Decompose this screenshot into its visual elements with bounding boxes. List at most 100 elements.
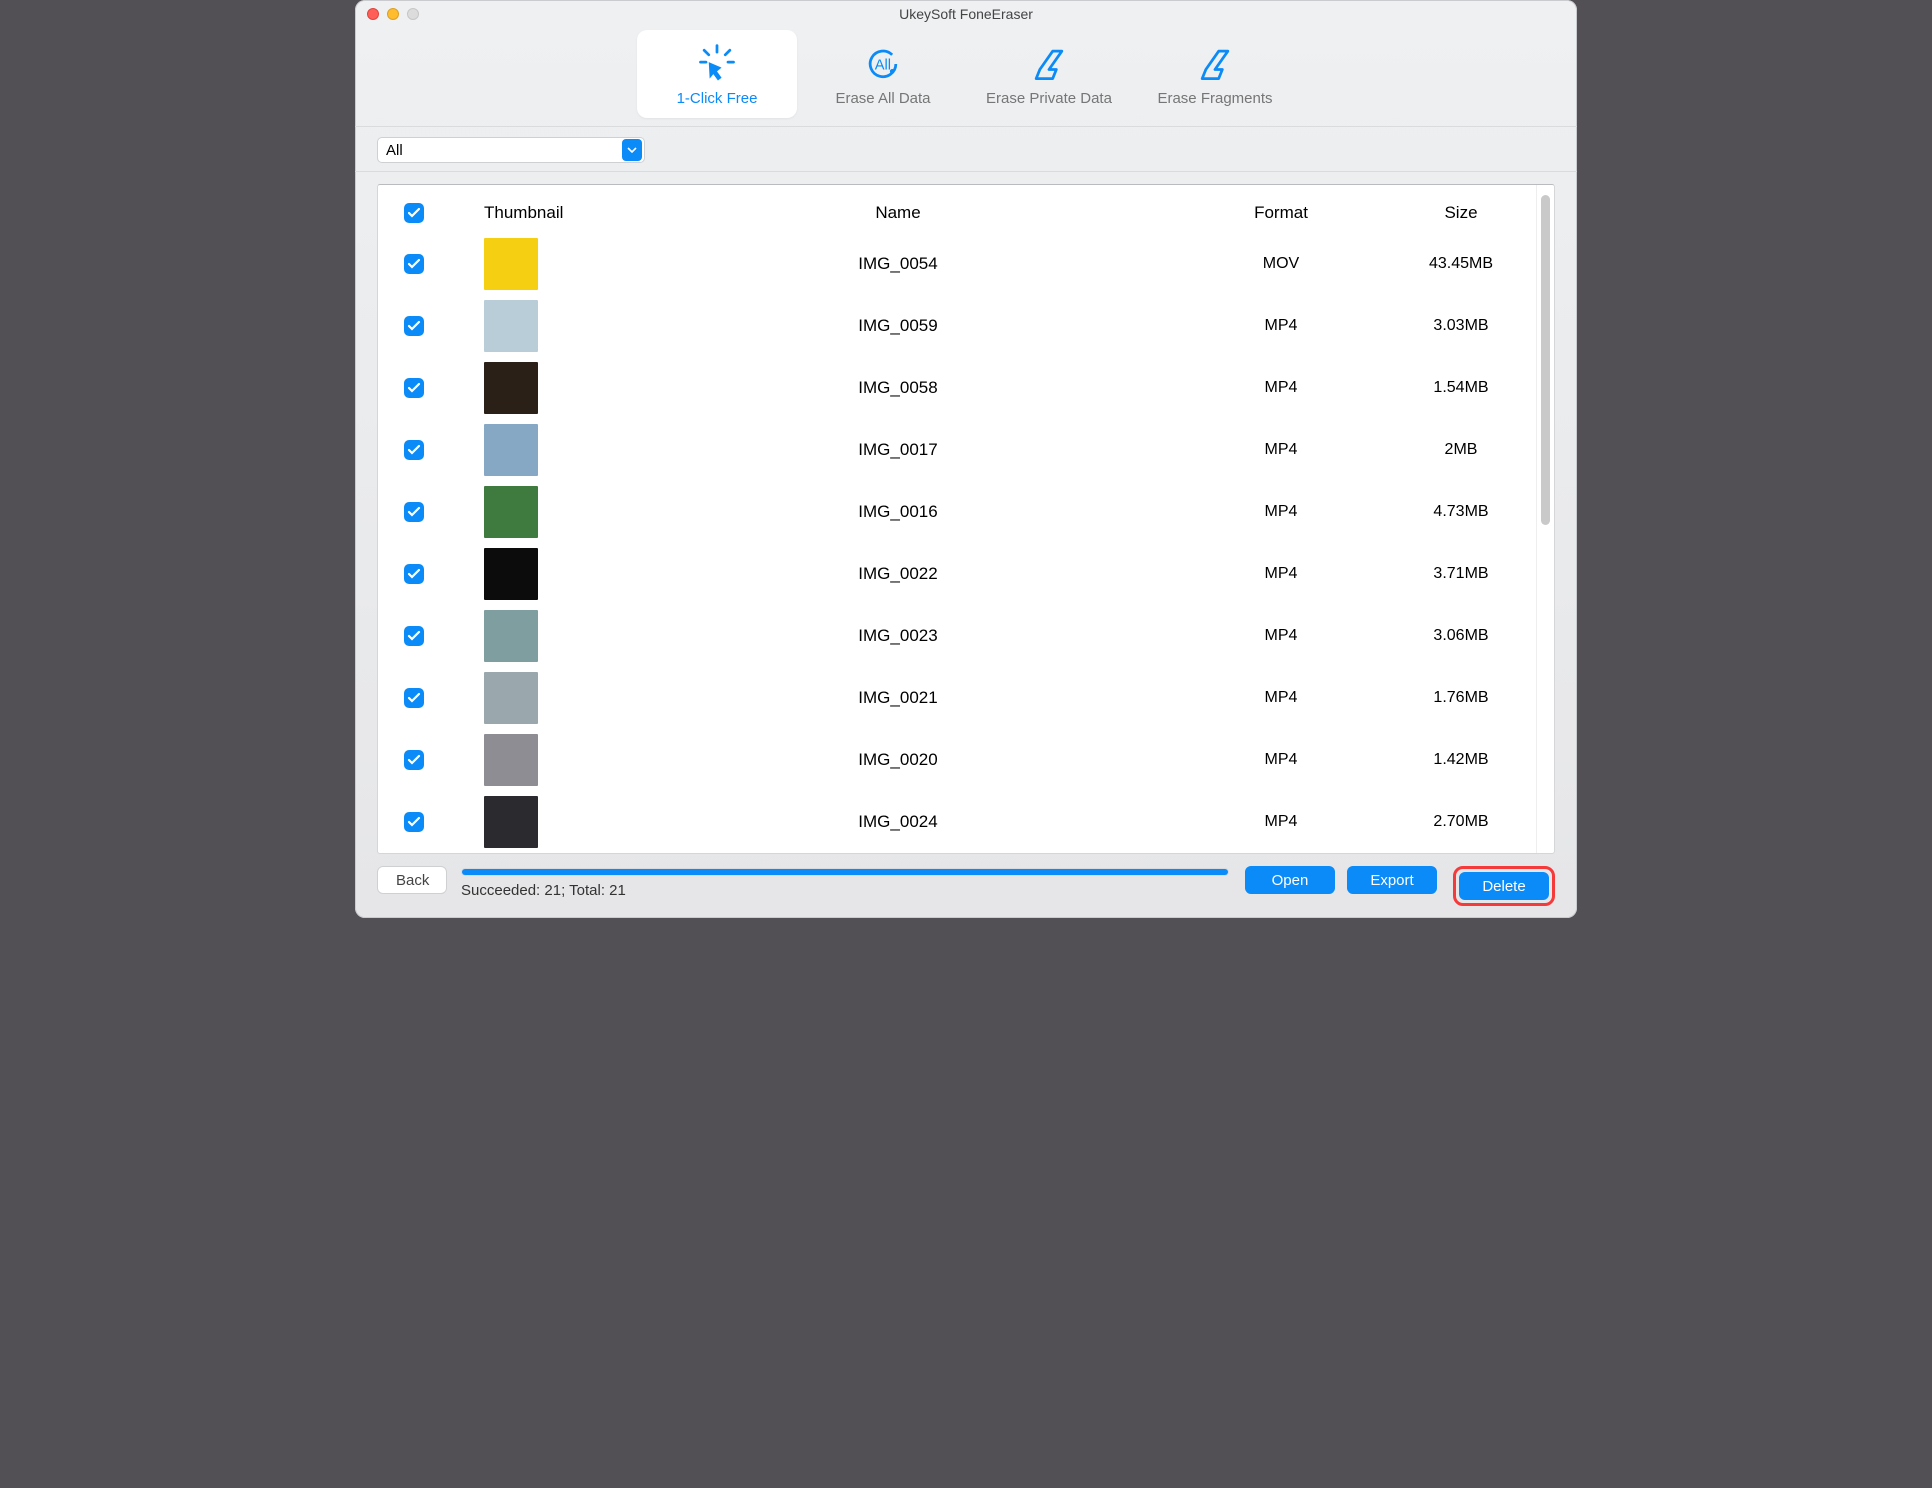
progress-bar-fill bbox=[462, 869, 1228, 875]
scrollbar-thumb[interactable] bbox=[1541, 195, 1550, 525]
row-size: 1.54MB bbox=[1386, 379, 1536, 397]
table-row[interactable]: IMG_0054MOV43.45MB bbox=[378, 233, 1536, 295]
thumbnail-image bbox=[484, 672, 538, 724]
tab-1click-free[interactable]: 1-Click Free bbox=[637, 30, 797, 118]
filter-value: All bbox=[378, 142, 411, 159]
row-format: MOV bbox=[1176, 255, 1386, 273]
thumbnail-image bbox=[484, 486, 538, 538]
table-row[interactable]: IMG_0058MP41.54MB bbox=[378, 357, 1536, 419]
file-panel: Thumbnail Name Format Size IMG_0054MOV43… bbox=[377, 184, 1555, 854]
row-format: MP4 bbox=[1176, 565, 1386, 583]
row-name: IMG_0017 bbox=[620, 440, 1176, 460]
row-format: MP4 bbox=[1176, 627, 1386, 645]
row-checkbox[interactable] bbox=[404, 254, 424, 274]
table-row[interactable]: IMG_0022MP43.71MB bbox=[378, 543, 1536, 605]
row-format: MP4 bbox=[1176, 751, 1386, 769]
click-free-icon bbox=[694, 42, 740, 86]
main-tabs: 1-Click Free All Erase All Data Erase Pr… bbox=[355, 28, 1577, 126]
erase-all-icon: All bbox=[860, 42, 906, 86]
row-format: MP4 bbox=[1176, 813, 1386, 831]
row-checkbox[interactable] bbox=[404, 626, 424, 646]
row-size: 2.70MB bbox=[1386, 813, 1536, 831]
export-button[interactable]: Export bbox=[1347, 866, 1437, 894]
file-list: Thumbnail Name Format Size IMG_0054MOV43… bbox=[378, 185, 1536, 853]
tab-label: Erase All Data bbox=[835, 90, 930, 107]
tab-label: Erase Fragments bbox=[1157, 90, 1272, 107]
thumbnail-image bbox=[484, 424, 538, 476]
window-controls bbox=[367, 8, 419, 20]
col-thumbnail: Thumbnail bbox=[450, 203, 620, 223]
thumbnail-image bbox=[484, 734, 538, 786]
row-size: 4.73MB bbox=[1386, 503, 1536, 521]
back-button[interactable]: Back bbox=[377, 866, 447, 894]
row-size: 1.76MB bbox=[1386, 689, 1536, 707]
row-checkbox[interactable] bbox=[404, 750, 424, 770]
footer: Back Succeeded: 21; Total: 21 Open Expor… bbox=[355, 854, 1577, 918]
table-row[interactable]: IMG_0059MP43.03MB bbox=[378, 295, 1536, 357]
window-zoom-button[interactable] bbox=[407, 8, 419, 20]
col-format: Format bbox=[1176, 203, 1386, 223]
erase-fragments-icon bbox=[1192, 42, 1238, 86]
col-name: Name bbox=[620, 203, 1176, 223]
thumbnail-image bbox=[484, 300, 538, 352]
progress-section: Succeeded: 21; Total: 21 bbox=[461, 866, 1229, 899]
row-name: IMG_0020 bbox=[620, 750, 1176, 770]
table-row[interactable]: IMG_0024MP42.70MB bbox=[378, 791, 1536, 853]
row-name: IMG_0058 bbox=[620, 378, 1176, 398]
window-title: UkeySoft FoneEraser bbox=[355, 6, 1577, 22]
tab-label: 1-Click Free bbox=[677, 90, 758, 107]
row-format: MP4 bbox=[1176, 441, 1386, 459]
row-name: IMG_0021 bbox=[620, 688, 1176, 708]
row-name: IMG_0022 bbox=[620, 564, 1176, 584]
table-header: Thumbnail Name Format Size bbox=[378, 185, 1536, 233]
delete-highlight: Delete bbox=[1453, 866, 1555, 906]
row-name: IMG_0024 bbox=[620, 812, 1176, 832]
thumbnail-image bbox=[484, 796, 538, 848]
row-name: IMG_0059 bbox=[620, 316, 1176, 336]
toolbar: All bbox=[355, 126, 1577, 172]
row-checkbox[interactable] bbox=[404, 440, 424, 460]
tab-label: Erase Private Data bbox=[986, 90, 1112, 107]
row-format: MP4 bbox=[1176, 503, 1386, 521]
table-body: IMG_0054MOV43.45MBIMG_0059MP43.03MBIMG_0… bbox=[378, 233, 1536, 853]
content: Thumbnail Name Format Size IMG_0054MOV43… bbox=[355, 172, 1577, 854]
titlebar: UkeySoft FoneEraser bbox=[355, 0, 1577, 28]
row-size: 1.42MB bbox=[1386, 751, 1536, 769]
status-text: Succeeded: 21; Total: 21 bbox=[461, 882, 1229, 899]
thumbnail-image bbox=[484, 362, 538, 414]
tab-erase-all-data[interactable]: All Erase All Data bbox=[803, 30, 963, 118]
col-size: Size bbox=[1386, 203, 1536, 223]
row-size: 43.45MB bbox=[1386, 255, 1536, 273]
row-checkbox[interactable] bbox=[404, 564, 424, 584]
row-format: MP4 bbox=[1176, 379, 1386, 397]
row-checkbox[interactable] bbox=[404, 316, 424, 336]
table-row[interactable]: IMG_0023MP43.06MB bbox=[378, 605, 1536, 667]
open-button[interactable]: Open bbox=[1245, 866, 1335, 894]
row-checkbox[interactable] bbox=[404, 502, 424, 522]
table-row[interactable]: IMG_0017MP42MB bbox=[378, 419, 1536, 481]
app-window: UkeySoft FoneEraser 1-Click Free All Era… bbox=[355, 0, 1577, 918]
delete-button[interactable]: Delete bbox=[1459, 872, 1549, 900]
tab-erase-fragments[interactable]: Erase Fragments bbox=[1135, 30, 1295, 118]
row-name: IMG_0023 bbox=[620, 626, 1176, 646]
chevron-down-icon bbox=[622, 139, 642, 161]
select-all-checkbox[interactable] bbox=[404, 203, 424, 223]
row-checkbox[interactable] bbox=[404, 812, 424, 832]
filter-select[interactable]: All bbox=[377, 137, 645, 163]
window-minimize-button[interactable] bbox=[387, 8, 399, 20]
erase-private-icon bbox=[1026, 42, 1072, 86]
window-close-button[interactable] bbox=[367, 8, 379, 20]
thumbnail-image bbox=[484, 548, 538, 600]
scrollbar[interactable] bbox=[1536, 185, 1554, 853]
row-format: MP4 bbox=[1176, 689, 1386, 707]
table-row[interactable]: IMG_0016MP44.73MB bbox=[378, 481, 1536, 543]
table-row[interactable]: IMG_0021MP41.76MB bbox=[378, 667, 1536, 729]
row-size: 3.06MB bbox=[1386, 627, 1536, 645]
row-checkbox[interactable] bbox=[404, 378, 424, 398]
table-row[interactable]: IMG_0020MP41.42MB bbox=[378, 729, 1536, 791]
tab-erase-private-data[interactable]: Erase Private Data bbox=[969, 30, 1129, 118]
row-format: MP4 bbox=[1176, 317, 1386, 335]
row-checkbox[interactable] bbox=[404, 688, 424, 708]
svg-text:All: All bbox=[875, 57, 891, 73]
progress-bar-track bbox=[461, 868, 1229, 876]
